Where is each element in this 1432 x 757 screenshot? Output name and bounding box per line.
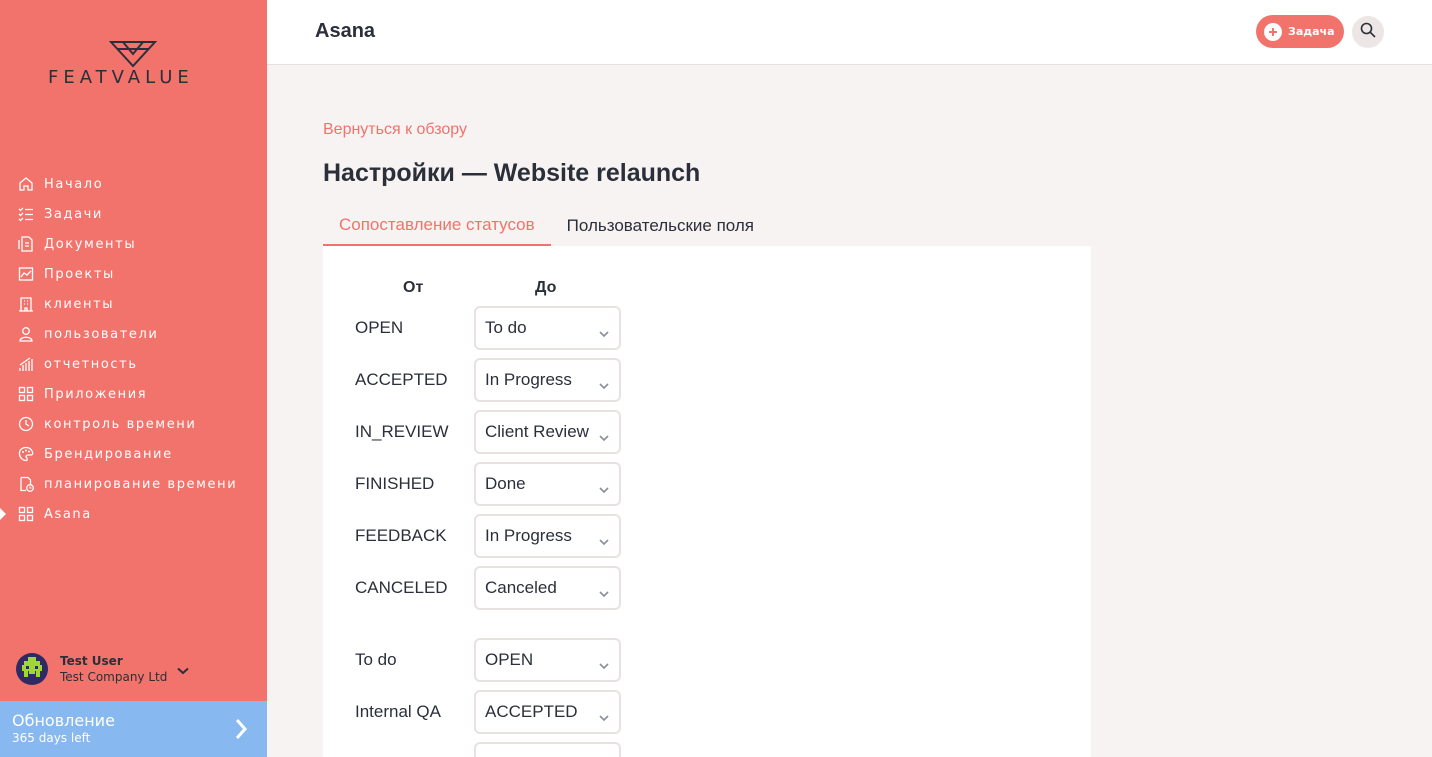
- chevron-down-icon: [599, 323, 609, 342]
- select-value: To do: [485, 318, 527, 337]
- sidebar-item-projects[interactable]: Проекты: [0, 259, 267, 289]
- time-planning-icon: [17, 475, 35, 493]
- mapping-from-label: IN_REVIEW: [355, 422, 449, 441]
- search-button[interactable]: [1352, 16, 1384, 48]
- sidebar-item-clients[interactable]: клиенты: [0, 289, 267, 319]
- chevron-right-icon: [234, 718, 248, 744]
- sidebar: FEATVALUE Начало Задачи Документы Проект…: [0, 0, 267, 757]
- sidebar-item-label: планирование времени: [44, 476, 238, 492]
- sidebar-item-label: Asana: [44, 506, 92, 522]
- sidebar-item-reporting[interactable]: отчетность: [0, 349, 267, 379]
- user-company: Test Company Ltd: [60, 670, 168, 684]
- chevron-down-icon: [599, 531, 609, 550]
- mapping-to-select[interactable]: To do: [474, 306, 621, 350]
- chevron-down-icon: [599, 707, 609, 726]
- mapping-to-select[interactable]: Client Review: [474, 410, 621, 454]
- chevron-down-icon: [599, 655, 609, 674]
- back-to-overview-link[interactable]: Вернуться к обзору: [323, 121, 467, 139]
- branding-icon: [17, 445, 35, 463]
- select-value: ACCEPTED: [485, 702, 578, 721]
- select-value: In Progress: [485, 370, 572, 389]
- plus-icon: [1264, 22, 1282, 41]
- settings-tabs: Сопоставление статусов Пользовательские …: [323, 206, 770, 246]
- sidebar-item-asana[interactable]: Asana: [0, 499, 267, 529]
- sidebar-item-label: Брендирование: [44, 446, 173, 462]
- tab-custom-fields[interactable]: Пользовательские поля: [551, 206, 770, 246]
- sidebar-item-label: клиенты: [44, 296, 115, 312]
- mapping-from-label: FINISHED: [355, 474, 435, 493]
- add-task-label: Задача: [1288, 25, 1335, 38]
- sidebar-item-label: Приложения: [44, 386, 148, 402]
- upgrade-banner[interactable]: Обновление 365 days left: [0, 701, 267, 757]
- user-icon: [17, 325, 35, 343]
- sidebar-item-home[interactable]: Начало: [0, 169, 267, 199]
- sidebar-item-time-planning[interactable]: планирование времени: [0, 469, 267, 499]
- search-icon: [1360, 22, 1376, 42]
- chevron-down-icon: [599, 375, 609, 394]
- status-mapping-card: От До OPEN To do ACCEPTED In Progress IN…: [323, 246, 1091, 757]
- chevron-down-icon: [599, 427, 609, 446]
- top-header: Asana Задача: [267, 0, 1432, 65]
- sidebar-item-label: Начало: [44, 176, 104, 192]
- sidebar-item-branding[interactable]: Брендирование: [0, 439, 267, 469]
- select-value: Client Review: [485, 422, 589, 441]
- mapping-to-select[interactable]: [474, 742, 621, 757]
- clients-icon: [17, 295, 35, 313]
- apps-icon: [17, 385, 35, 403]
- sidebar-item-label: отчетность: [44, 356, 138, 372]
- mapping-to-select[interactable]: Canceled: [474, 566, 621, 610]
- chevron-down-icon: [177, 660, 190, 679]
- sidebar-item-time-control[interactable]: контроль времени: [0, 409, 267, 439]
- logo-text: FEATVALUE: [48, 67, 194, 88]
- mapping-to-select[interactable]: ACCEPTED: [474, 690, 621, 734]
- select-value: Done: [485, 474, 526, 493]
- sidebar-item-label: Задачи: [44, 206, 103, 222]
- documents-icon: [17, 235, 35, 253]
- user-name: Test User: [60, 654, 123, 668]
- featvalue-logo[interactable]: FEATVALUE: [48, 40, 220, 88]
- header-title: Asana: [315, 20, 376, 42]
- sidebar-item-label: пользователи: [44, 326, 159, 342]
- mapping-to-select[interactable]: OPEN: [474, 638, 621, 682]
- sidebar-item-documents[interactable]: Документы: [0, 229, 267, 259]
- mapping-to-select[interactable]: In Progress: [474, 514, 621, 558]
- tasks-icon: [17, 205, 35, 223]
- select-value: OPEN: [485, 650, 534, 669]
- avatar: [16, 653, 48, 685]
- sidebar-item-label: Проекты: [44, 266, 115, 282]
- column-header-from: От: [403, 279, 424, 296]
- active-marker: [0, 508, 6, 520]
- user-menu[interactable]: Test User Test Company Ltd: [16, 650, 256, 688]
- sidebar-item-label: Документы: [44, 236, 137, 252]
- add-task-button[interactable]: Задача: [1256, 15, 1344, 48]
- select-value: Canceled: [485, 578, 557, 597]
- mapping-from-label: ACCEPTED: [355, 370, 448, 389]
- sidebar-item-users[interactable]: пользователи: [0, 319, 267, 349]
- sidebar-item-label: контроль времени: [44, 416, 197, 432]
- upgrade-days-left: 365 days left: [12, 731, 91, 745]
- sidebar-nav: Начало Задачи Документы Проекты клиенты …: [0, 169, 267, 529]
- upgrade-title: Обновление: [12, 711, 115, 730]
- select-value: In Progress: [485, 526, 572, 545]
- page-title: Настройки — Website relaunch: [323, 159, 701, 187]
- mapping-from-label: To do: [355, 650, 397, 669]
- home-icon: [17, 175, 35, 193]
- mapping-to-select[interactable]: Done: [474, 462, 621, 506]
- logo-mark-icon: [109, 41, 157, 68]
- projects-icon: [17, 265, 35, 283]
- chevron-down-icon: [599, 479, 609, 498]
- sidebar-item-apps[interactable]: Приложения: [0, 379, 267, 409]
- mapping-to-select[interactable]: In Progress: [474, 358, 621, 402]
- mapping-from-label: CANCELED: [355, 578, 448, 597]
- tab-status-mapping[interactable]: Сопоставление статусов: [323, 206, 551, 246]
- reporting-icon: [17, 355, 35, 373]
- apps-icon: [17, 505, 35, 523]
- mapping-from-label: FEEDBACK: [355, 526, 447, 545]
- mapping-from-label: Internal QA: [355, 702, 441, 721]
- column-header-to: До: [535, 279, 557, 296]
- time-control-icon: [17, 415, 35, 433]
- sidebar-item-tasks[interactable]: Задачи: [0, 199, 267, 229]
- mapping-from-label: OPEN: [355, 318, 404, 337]
- chevron-down-icon: [599, 583, 609, 602]
